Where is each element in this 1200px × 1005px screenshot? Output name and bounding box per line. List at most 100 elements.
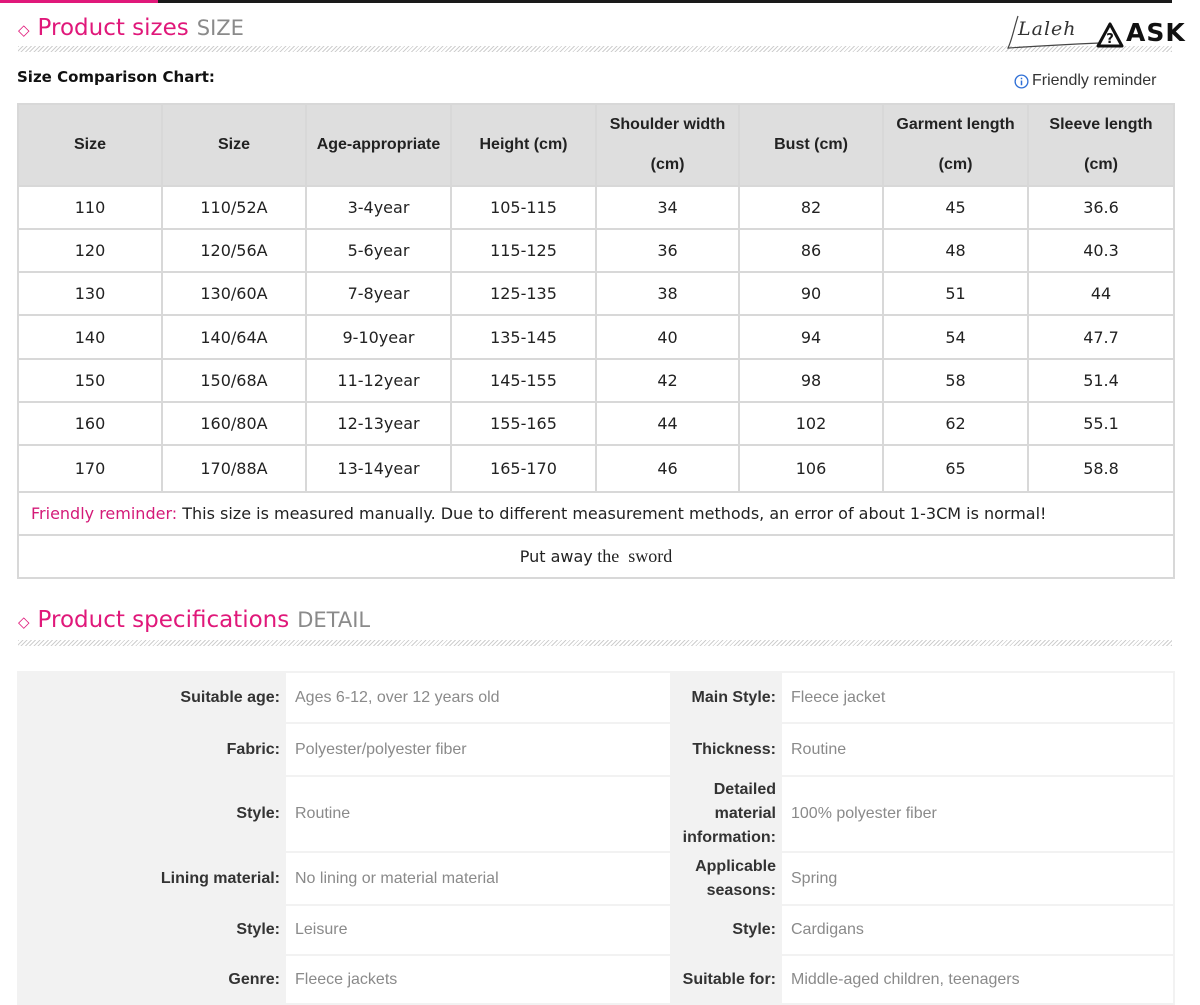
size-table-header-cell: Height (cm) <box>450 103 597 187</box>
table-cell: 3-4year <box>305 185 452 230</box>
table-cell: 160 <box>17 401 163 446</box>
table-cell: 110/52A <box>161 185 307 230</box>
size-note-row: Friendly reminder: This size is measured… <box>17 491 1175 536</box>
size-section-divider <box>18 46 1172 52</box>
spec-key: Applicable seasons: <box>670 851 782 906</box>
table-cell: 9-10year <box>305 314 452 360</box>
spec-section-title-en: DETAIL <box>297 608 371 632</box>
table-cell: 40 <box>595 314 740 360</box>
size-section-title-en: SIZE <box>196 16 244 40</box>
table-cell: 130 <box>17 271 163 316</box>
spec-value: Middle-aged children, teenagers <box>780 954 1175 1005</box>
diamond-icon: ◇ <box>18 613 30 631</box>
table-cell: 46 <box>595 444 740 493</box>
spec-key: Style: <box>670 904 782 956</box>
table-row: 160 160/80A 12-13year 155-165 44 102 62 55.1 <box>17 401 1175 446</box>
table-cell: 102 <box>738 401 884 446</box>
brand-script-text: Laleh <box>1018 18 1077 40</box>
spec-value: Polyester/polyester fiber <box>284 722 672 777</box>
size-table-header-cell: Sleeve length (cm) <box>1027 103 1175 187</box>
spec-value: Fleece jacket <box>780 671 1175 724</box>
friendly-reminder-label: Friendly reminder <box>1032 72 1157 89</box>
spec-key: Main Style: <box>670 671 782 724</box>
table-cell: 115-125 <box>450 228 597 273</box>
spec-key: Style: <box>17 775 286 853</box>
table-cell: 62 <box>882 401 1029 446</box>
spec-key: Suitable for: <box>670 954 782 1005</box>
table-row: 130 130/60A 7-8year 125-135 38 90 51 44 <box>17 271 1175 316</box>
spec-key: Suitable age: <box>17 671 286 724</box>
table-cell: 165-170 <box>450 444 597 493</box>
table-cell: 7-8year <box>305 271 452 316</box>
table-cell: 150 <box>17 358 163 403</box>
table-cell: 120/56A <box>161 228 307 273</box>
table-cell: 94 <box>738 314 884 360</box>
put-away-row: Put away the sword <box>17 534 1175 579</box>
table-cell: 13-14year <box>305 444 452 493</box>
table-cell: 160/80A <box>161 401 307 446</box>
table-cell: 140/64A <box>161 314 307 360</box>
spec-value: Spring <box>780 851 1175 906</box>
spec-row: Suitable age: Ages 6-12, over 12 years ol… <box>17 671 1175 724</box>
table-cell: 58.8 <box>1027 444 1175 493</box>
brand-logo: Laleh ? ASK <box>1004 10 1194 54</box>
size-table-header-cell: Garment length (cm) <box>882 103 1029 187</box>
top-border-accent <box>0 0 158 3</box>
spec-value: Routine <box>780 722 1175 777</box>
spec-section-title: Product specifications <box>37 607 290 633</box>
table-cell: 5-6year <box>305 228 452 273</box>
note-label: Friendly reminder: <box>31 504 178 523</box>
table-cell: 48 <box>882 228 1029 273</box>
table-cell: 44 <box>1027 271 1175 316</box>
size-table: Size Size Age-appropriate Height (cm) Should… <box>17 103 1175 579</box>
table-cell: 110 <box>17 185 163 230</box>
table-cell: 12-13year <box>305 401 452 446</box>
spec-table: Suitable age: Ages 6-12, over 12 years ol… <box>17 671 1175 1005</box>
table-cell: 105-115 <box>450 185 597 230</box>
table-cell: 170 <box>17 444 163 493</box>
table-cell: 44 <box>595 401 740 446</box>
table-cell: 82 <box>738 185 884 230</box>
size-table-header-cell: Size <box>17 103 163 187</box>
spec-key: Lining material: <box>17 851 286 906</box>
table-cell: 36 <box>595 228 740 273</box>
size-section-heading: ◇ Product sizes SIZE <box>18 15 244 41</box>
table-row: 170 170/88A 13-14year 165-170 46 106 65 58.8 <box>17 444 1175 493</box>
spec-value: Ages 6-12, over 12 years old <box>284 671 672 724</box>
spec-value: No lining or material material <box>284 851 672 906</box>
spec-key: Genre: <box>17 954 286 1005</box>
table-cell: 170/88A <box>161 444 307 493</box>
size-chart-label: Size Comparison Chart: <box>17 68 215 86</box>
size-table-header-cell: Age-appropriate <box>305 103 452 187</box>
spec-section-divider <box>18 640 1172 646</box>
spec-value: 100% polyester fiber <box>780 775 1175 853</box>
size-section-title: Product sizes <box>37 15 189 41</box>
spec-value: Routine <box>284 775 672 853</box>
table-cell: 42 <box>595 358 740 403</box>
size-table-header: Size Size Age-appropriate Height (cm) Should… <box>17 103 1175 187</box>
size-note: Friendly reminder: This size is measured… <box>17 491 1175 536</box>
spec-row: Lining material: No lining or material ma… <box>17 851 1175 906</box>
table-cell: 130/60A <box>161 271 307 316</box>
friendly-reminder-link[interactable]: Friendly reminder <box>1014 72 1156 90</box>
table-cell: 55.1 <box>1027 401 1175 446</box>
put-away-text: Put away <box>519 547 593 566</box>
note-text: This size is measured manually. Due to d… <box>177 504 1047 523</box>
table-cell: 90 <box>738 271 884 316</box>
spec-key: Thickness: <box>670 722 782 777</box>
spec-value: Leisure <box>284 904 672 956</box>
size-table-header-cell: Bust (cm) <box>738 103 884 187</box>
table-cell: 125-135 <box>450 271 597 316</box>
table-row: 150 150/68A 11-12year 145-155 42 98 58 51.4 <box>17 358 1175 403</box>
table-cell: 106 <box>738 444 884 493</box>
table-cell: 54 <box>882 314 1029 360</box>
brand-ask-text: ASK <box>1126 18 1186 47</box>
table-cell: 140 <box>17 314 163 360</box>
table-row: 140 140/64A 9-10year 135-145 40 94 54 47.7 <box>17 314 1175 360</box>
size-table-header-cell: Size <box>161 103 307 187</box>
put-away-text-serif: the sword <box>592 546 673 566</box>
table-cell: 34 <box>595 185 740 230</box>
put-away-toggle[interactable]: Put away the sword <box>17 534 1175 579</box>
table-cell: 11-12year <box>305 358 452 403</box>
table-row: 110 110/52A 3-4year 105-115 34 82 45 36.6 <box>17 185 1175 230</box>
